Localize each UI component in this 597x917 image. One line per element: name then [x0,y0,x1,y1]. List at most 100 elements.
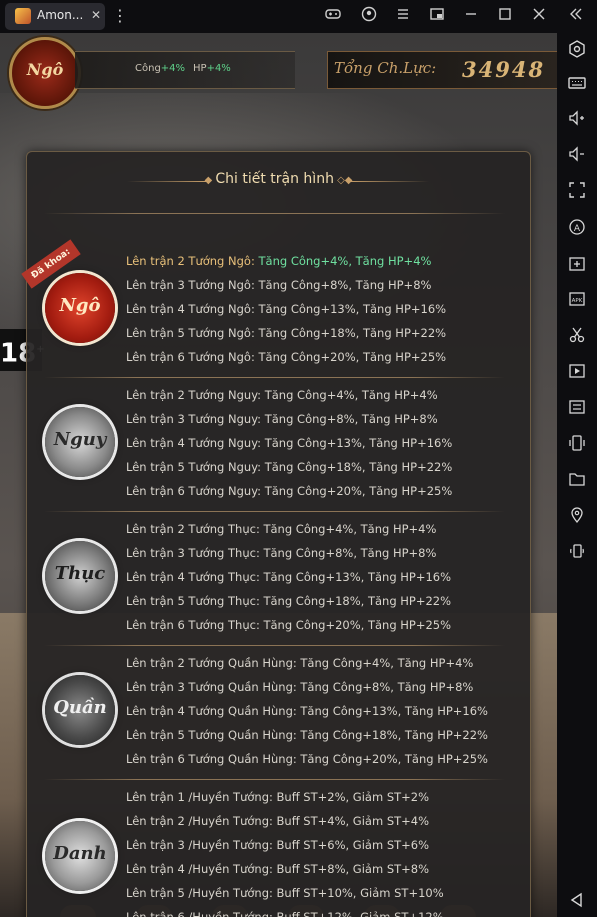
bonus-condition: Lên trận 1 /Huyền Tướng: [126,790,277,804]
bonus-line: Lên trận 2 Tướng Quần Hùng: Tăng Công+4%… [126,656,473,670]
bonus-line: Lên trận 6 Tướng Ngô: Tăng Công+20%, Tăn… [126,350,446,364]
faction-badge-label: Ngô [26,60,64,79]
bonus-value: Tăng Công+13%, Tăng HP+16% [258,302,447,316]
account-icon[interactable] [359,6,379,26]
section-divider [44,779,505,780]
app-tab-title: Amon... [37,8,84,22]
bonus-condition: Lên trận 4 Tướng Ngô: [126,302,259,316]
volume-up-icon[interactable] [566,109,588,131]
folder-icon[interactable] [566,470,588,492]
bonus-value: Tăng Công+18%, Tăng HP+22% [264,460,453,474]
bonus-line: Lên trận 5 /Huyền Tướng: Buff ST+10%, Gi… [126,886,444,900]
panel-title: Chi tiết trận hình [215,171,334,187]
formation-detail-panel: ◆ Chi tiết trận hình ◇◆ Ngô Lên trận 2 Tư… [21,151,531,917]
bonus-value: Tăng Công+20%, Tăng HP+25% [258,350,447,364]
bonus-line: Lên trận 3 Tướng Ngô: Tăng Công+8%, Tăng… [126,278,431,292]
faction-emblem-label: Danh [53,843,107,864]
bonus-condition: Lên trận 2 Tướng Nguy: [126,388,265,402]
bonus-value: Tăng Công+8%, Tăng HP+8% [300,680,474,694]
bonus-line: Lên trận 2 Tướng Nguy: Tăng Công+4%, Tăn… [126,388,438,402]
faction-badge[interactable]: Ngô [9,37,81,109]
bonus-line: Lên trận 5 Tướng Ngô: Tăng Công+18%, Tăn… [126,326,446,340]
faction-emblem-label: Nguy [53,429,107,450]
bonus-value: Tăng Công+4%, Tăng HP+4% [263,522,437,536]
close-icon[interactable] [529,6,549,26]
bonus-condition: Lên trận 6 Tướng Ngô: [126,350,259,364]
volume-down-icon[interactable] [566,145,588,167]
location-icon[interactable] [566,506,588,528]
bonus-line: Lên trận 4 Tướng Quần Hùng: Tăng Công+13… [126,704,488,718]
bonus-line: Lên trận 6 /Huyền Tướng: Buff ST+12%, Gi… [126,910,444,917]
bonus-condition: Lên trận 5 Tướng Ngô: [126,326,259,340]
atk-bonus-label: Công+4% [135,63,186,74]
more-options-icon[interactable]: ⋮ [110,6,130,26]
bonus-condition: Lên trận 6 Tướng Nguy: [126,484,265,498]
bonus-condition: Lên trận 5 /Huyền Tướng: [126,886,277,900]
faction-emblem: Thục [45,541,115,611]
bonus-condition: Lên trận 4 Tướng Nguy: [126,436,265,450]
maximize-icon[interactable] [495,6,515,26]
bonus-condition: Lên trận 3 Tướng Ngô: [126,278,259,292]
faction-emblem-label: Quần [53,697,107,718]
section-divider [44,511,505,512]
keyboard-icon[interactable] [566,74,588,96]
picture-in-picture-icon[interactable] [427,6,447,26]
auto-translate-icon[interactable]: A [566,218,588,240]
hud-header: Ngô Công+4% HP+4% Tổng Ch.Lực: 34948 [0,33,557,133]
add-instance-icon[interactable] [566,254,588,276]
emulator-sidebar: A APK [557,33,597,917]
bonus-line: Lên trận 3 /Huyền Tướng: Buff ST+6%, Giả… [126,838,429,852]
bonus-value: Tăng Công+18%, Tăng HP+22% [300,728,488,742]
bonus-condition: Lên trận 3 Tướng Quần Hùng: [126,680,301,694]
bonus-value: Tăng Công+18%, Tăng HP+22% [258,326,447,340]
bonus-condition: Lên trận 2 Tướng Quần Hùng: [126,656,301,670]
back-icon[interactable] [566,891,588,913]
bonus-value: Tăng Công+8%, Tăng HP+8% [263,546,437,560]
bonus-condition: Lên trận 5 Tướng Thục: [126,594,264,608]
section-divider [44,645,505,646]
bonus-line: Lên trận 1 /Huyền Tướng: Buff ST+2%, Giả… [126,790,429,804]
gamepad-icon[interactable] [323,6,343,26]
collapse-sidebar-icon[interactable] [566,6,586,26]
bonus-value: Buff ST+8%, Giảm ST+8% [276,862,430,876]
screen-record-icon[interactable] [566,362,588,384]
faction-emblem-label: Thục [54,563,106,584]
section-divider [44,377,505,378]
game-viewport[interactable]: Ngô Công+4% HP+4% Tổng Ch.Lực: 34948 18+… [0,33,557,917]
fullscreen-icon[interactable] [566,181,588,203]
app-tab[interactable]: Amon... ✕ [5,3,105,30]
svg-text:A: A [574,224,581,234]
faction-emblem: Quần [45,675,115,745]
bonus-value: Buff ST+12%, Giảm ST+12% [276,910,444,917]
settings-icon[interactable] [566,40,588,62]
window-title-bar: Amon... ✕ ⋮ [0,0,597,33]
bonus-line: Lên trận 3 Tướng Nguy: Tăng Công+8%, Tăn… [126,412,438,426]
bonus-condition: Lên trận 5 Tướng Nguy: [126,460,265,474]
minimize-icon[interactable] [461,6,481,26]
app-icon [15,8,31,24]
faction-emblem: Nguy [45,407,115,477]
shake-icon[interactable] [566,434,588,456]
bonus-condition: Lên trận 2 /Huyền Tướng: [126,814,277,828]
bonus-line: Lên trận 2 Tướng Ngô: Tăng Công+4%, Tăng… [126,254,431,268]
faction-emblem-label: Ngô [59,295,101,316]
panel-title-row: ◆ Chi tiết trận hình ◇◆ [27,171,530,187]
bonus-value: Tăng Công+18%, Tăng HP+22% [263,594,452,608]
bonus-value: Tăng Công+8%, Tăng HP+8% [264,412,438,426]
bonus-value: Tăng Công+20%, Tăng HP+25% [263,618,452,632]
menu-icon[interactable] [393,6,413,26]
screenshot-scissors-icon[interactable] [566,326,588,348]
sync-icon[interactable] [566,398,588,420]
bonus-value: Tăng Công+4%, Tăng HP+4% [264,388,438,402]
bonus-condition: Lên trận 2 Tướng Thục: [126,522,264,536]
bonus-line: Lên trận 4 Tướng Nguy: Tăng Công+13%, Tă… [126,436,452,450]
bonus-value: Buff ST+4%, Giảm ST+4% [276,814,430,828]
apk-install-icon[interactable]: APK [566,290,588,312]
rotate-icon[interactable] [566,542,588,564]
bonus-line: Lên trận 6 Tướng Nguy: Tăng Công+20%, Tă… [126,484,452,498]
close-tab-icon[interactable]: ✕ [91,8,101,22]
title-ornament-right [349,181,429,182]
bonus-condition: Lên trận 3 /Huyền Tướng: [126,838,277,852]
bonus-value: Buff ST+10%, Giảm ST+10% [276,886,444,900]
bonus-condition: Lên trận 6 /Huyền Tướng: [126,910,277,917]
